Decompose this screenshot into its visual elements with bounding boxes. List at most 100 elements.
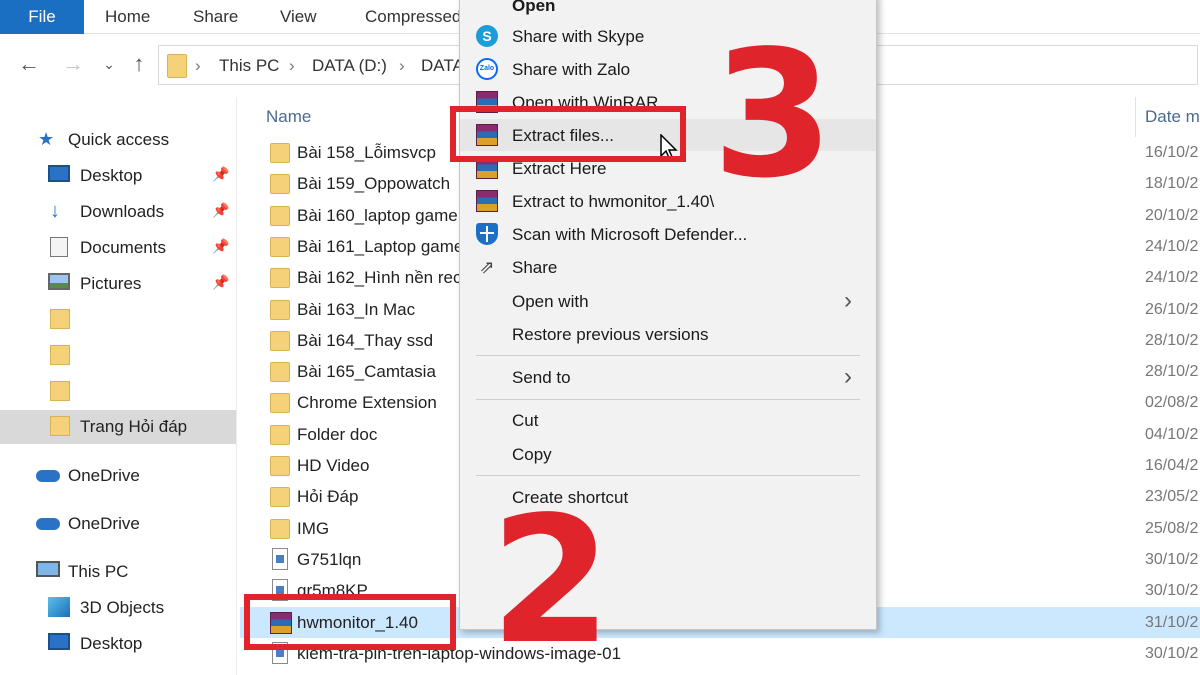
sidebar-item-folder[interactable] [0, 303, 236, 337]
file-date: 24/10/2 [1145, 237, 1199, 255]
pane-divider[interactable] [236, 97, 237, 675]
tab-file[interactable]: File [0, 0, 84, 34]
menu-item-label: Send to [512, 368, 571, 387]
forward-arrow-icon[interactable]: → [60, 49, 86, 79]
file-date: 28/10/2 [1145, 363, 1199, 381]
pin-icon[interactable]: 📌 [212, 238, 229, 255]
file-date: 31/10/2 [1145, 613, 1199, 631]
pin-icon[interactable]: 📌 [212, 166, 229, 183]
menu-item-label: Copy [512, 445, 552, 464]
file-date: 26/10/2 [1145, 300, 1199, 318]
folder-icon [167, 54, 187, 78]
cloud-icon [36, 518, 60, 530]
file-date: 25/08/2 [1145, 519, 1199, 537]
sidebar-item-quick-access[interactable]: ★ Quick access [0, 123, 236, 157]
menu-item-cut[interactable]: Cut [460, 404, 876, 436]
sidebar-item-label: This PC [68, 562, 129, 581]
menu-item-label: Open [512, 0, 556, 15]
step-number-2: 2 [490, 480, 612, 675]
file-date: 18/10/2 [1145, 175, 1199, 193]
folder-icon [270, 299, 290, 320]
file-date: 30/10/2 [1145, 550, 1199, 568]
menu-item-scan-with-defender[interactable]: Scan with Microsoft Defender... [460, 218, 876, 250]
winrar-icon [476, 190, 498, 212]
file-name: Bài 163_In Mac [297, 299, 416, 319]
menu-item-label: Scan with Microsoft Defender... [512, 225, 748, 244]
pin-icon[interactable]: 📌 [212, 202, 229, 219]
recent-locations-chevron-icon[interactable]: ⌄ [96, 49, 122, 79]
highlight-box-extract-files [450, 106, 686, 162]
sidebar-item-pictures[interactable]: Pictures 📌 [0, 267, 236, 301]
sidebar-item-label: Desktop [80, 634, 143, 653]
folder-icon [270, 330, 290, 351]
chevron-right-icon: › [844, 363, 852, 390]
file-name: Bài 158_Lỗimsvcp [297, 143, 436, 162]
sidebar-item-desktop[interactable]: Desktop 📌 [0, 159, 236, 193]
tab-compressed[interactable]: Compressed [365, 0, 461, 34]
back-arrow-icon[interactable]: ← [16, 49, 42, 79]
sidebar-item-label: Quick access [68, 130, 170, 149]
column-header-date[interactable]: Date m [1145, 107, 1200, 127]
sidebar-item-label: Pictures [80, 274, 142, 293]
menu-item-restore-previous-versions[interactable]: Restore previous versions [460, 318, 876, 350]
pictures-icon [48, 273, 70, 290]
file-name: G751lqn [297, 549, 362, 569]
highlight-box-hwmonitor [244, 594, 456, 650]
file-name: Bài 159_Oppowatch [297, 174, 451, 194]
menu-item-label: Share with Skype [512, 27, 645, 46]
breadcrumb-data-folder[interactable]: DATA [421, 54, 464, 78]
sidebar-item-label: OneDrive [68, 466, 140, 485]
file-name: HD Video [297, 456, 370, 475]
sidebar-item-trang-hoi-dap[interactable]: Trang Hỏi đáp [0, 410, 236, 444]
folder-icon [270, 362, 290, 383]
menu-item-label: Share [512, 258, 558, 277]
file-name: IMG [297, 518, 330, 538]
tab-view[interactable]: View [280, 0, 317, 34]
menu-item-open-with[interactable]: Open with › [460, 285, 876, 317]
column-header-name[interactable]: Name [266, 107, 311, 127]
sidebar-item-label: Desktop [80, 166, 143, 185]
computer-icon [36, 561, 60, 577]
sidebar-item-documents[interactable]: Documents 📌 [0, 231, 236, 265]
folder-icon [50, 345, 70, 365]
breadcrumb-this-pc[interactable]: This PC [219, 54, 279, 78]
skype-icon: S [476, 25, 498, 47]
file-date: 24/10/2 [1145, 269, 1199, 287]
file-name: Hỏi Đáp [297, 487, 359, 507]
file-name: Bài 161_Laptop game [297, 236, 464, 256]
menu-item-send-to[interactable]: Send to › [460, 361, 876, 393]
sidebar-item-onedrive[interactable]: OneDrive [0, 507, 236, 541]
sidebar-item-downloads[interactable]: ↓ Downloads 📌 [0, 195, 236, 229]
menu-item-share[interactable]: ⇗ Share [460, 251, 876, 283]
folder-icon [270, 456, 290, 476]
sidebar-item-desktop[interactable]: Desktop [0, 627, 236, 661]
pin-icon[interactable]: 📌 [212, 274, 229, 291]
up-arrow-icon[interactable]: ↑ [126, 49, 152, 79]
file-name: Bài 160_laptop game [297, 205, 458, 225]
tab-home[interactable]: Home [105, 0, 150, 34]
column-divider[interactable] [1135, 97, 1136, 137]
sidebar-item-this-pc[interactable]: This PC [0, 555, 236, 589]
menu-item-label: Open with [512, 292, 589, 311]
menu-item-copy[interactable]: Copy [460, 438, 876, 470]
folder-icon [270, 393, 290, 414]
sidebar-item-3d-objects[interactable]: 3D Objects [0, 591, 236, 625]
file-explorer-window: File Home Share View Compressed ← → ⌄ ↑ … [0, 0, 1200, 675]
folder-icon [270, 518, 290, 539]
chevron-right-icon: › [195, 56, 201, 75]
sidebar-item-folder[interactable] [0, 339, 236, 373]
sidebar-item-folder[interactable] [0, 375, 236, 409]
menu-separator [476, 399, 860, 400]
chevron-right-icon: › [289, 56, 295, 75]
folder-icon [50, 381, 70, 401]
tab-share[interactable]: Share [193, 0, 238, 34]
sidebar-item-onedrive[interactable]: OneDrive [0, 459, 236, 493]
cube-icon [48, 597, 70, 617]
file-name: Chrome Extension [297, 393, 437, 413]
cloud-icon [36, 470, 60, 482]
breadcrumb-data-drive[interactable]: DATA (D:) [312, 54, 387, 78]
menu-item-label: Cut [512, 411, 539, 430]
folder-icon [270, 174, 290, 195]
step-number-3: 3 [712, 14, 834, 217]
navigation-pane: ★ Quick access Desktop 📌 ↓ Downloads 📌 D… [0, 97, 240, 675]
